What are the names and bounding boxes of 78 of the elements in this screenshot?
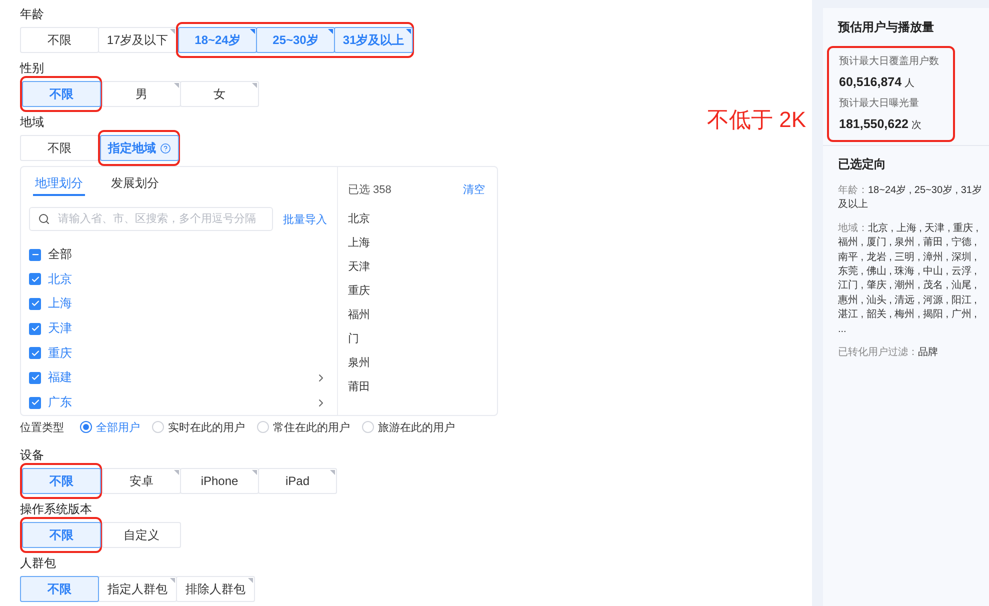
radio-option[interactable]: 全部用户 (80, 420, 140, 434)
tab[interactable]: 地理划分 (33, 167, 85, 196)
stat-unit: 人 (904, 77, 915, 90)
option-button[interactable]: 不限 (22, 81, 101, 107)
option-button[interactable]: 25~30岁 (256, 27, 335, 53)
selected-region: 福州 (348, 308, 370, 323)
check-icon (30, 274, 40, 284)
option-button[interactable]: 指定地域 (100, 135, 179, 161)
option-button[interactable]: iPad (258, 468, 337, 494)
clear-link[interactable]: 清空 (463, 182, 485, 196)
region-item[interactable]: 北京 (48, 270, 72, 288)
checkbox[interactable] (29, 347, 41, 360)
option-button[interactable]: 安卓 (102, 468, 181, 494)
checkbox[interactable] (29, 298, 41, 310)
selected-region: 重庆 (348, 284, 370, 299)
selected-region: 泉州 (348, 356, 370, 371)
radio-option[interactable]: 实时在此的用户 (152, 420, 245, 434)
section-label: 人群包 (20, 556, 56, 570)
selected-region: 门 (348, 332, 359, 347)
card-title: 已选定向 (838, 156, 886, 173)
stat-label: 预计最大日覆盖用户数 (839, 54, 939, 68)
option-button[interactable]: 17岁及以下 (98, 27, 177, 53)
region-item[interactable]: 广东 (48, 394, 72, 412)
option-button[interactable]: 18~24岁 (178, 27, 257, 53)
stat-label: 预计最大日曝光量 (839, 96, 919, 110)
option-button[interactable]: 不限 (20, 576, 99, 602)
card-title: 预估用户与播放量 (838, 19, 934, 36)
region-item[interactable]: 上海 (48, 295, 72, 312)
option-button[interactable]: 不限 (22, 468, 101, 494)
option-button[interactable]: 31岁及以上 (334, 27, 413, 53)
section-label: 操作系统版本 (20, 502, 92, 516)
check-icon (30, 373, 40, 382)
option-button[interactable]: 指定人群包 (98, 576, 177, 602)
stat-unit: 次 (912, 119, 922, 132)
option-button[interactable]: 女 (180, 81, 259, 107)
checkbox[interactable] (29, 396, 41, 409)
selected-region: 莆田 (348, 380, 370, 395)
option-button[interactable]: 不限 (20, 27, 99, 53)
check-icon (30, 299, 40, 308)
radio-option[interactable]: 旅游在此的用户 (362, 420, 455, 434)
search-field[interactable]: 请输入省、市、区搜索，多个用逗号分隔 (29, 207, 273, 232)
option-button[interactable]: 自定义 (102, 522, 181, 548)
tab[interactable]: 发展划分 (109, 167, 161, 196)
radio-option[interactable]: 常住在此的用户 (257, 420, 350, 434)
targeting-entry: 地域：北京 , 上海 , 天津 , 重庆 , 福州 , 厦门 , 泉州 , 莆田 , 宁德 , 南平 , 龙岩 , 三明 , 漳州 , 深圳 , 东莞 , 佛山 , 珠海 , 中山 , 云浮 , 江门 , 肇庆 , 潮州 , 茂名 , 汕尾 , 惠州 , 汕头 , 清远 , 河源 , 阳江 , 湛江 , 韶关 , 梅州 , 揭阳 , 广州 , ... (838, 222, 980, 337)
checkbox[interactable] (29, 322, 41, 335)
section-label: 设备 (20, 448, 44, 462)
check-icon (30, 324, 40, 334)
region-item[interactable]: 全部 (48, 246, 72, 264)
checkbox[interactable] (29, 248, 41, 261)
stat-value: 60,516,874 (839, 75, 902, 89)
section-label: 性别 (20, 61, 44, 75)
targeting-entry: 已转化用户过滤：品牌 (838, 346, 939, 360)
option-button[interactable]: iPhone (180, 468, 259, 494)
selected-region: 上海 (348, 236, 370, 251)
check-icon (30, 348, 40, 358)
annotation-text: 不低于 2K (706, 106, 806, 133)
region-item[interactable]: 重庆 (48, 344, 72, 362)
section-label: 位置类型 (20, 420, 64, 434)
option-button[interactable]: 不限 (22, 522, 101, 548)
import-link[interactable]: 批量导入 (283, 212, 327, 227)
checkbox[interactable] (29, 372, 41, 384)
option-button[interactable]: 不限 (20, 135, 99, 161)
checkbox[interactable] (29, 273, 41, 286)
option-button[interactable]: 排除人群包 (176, 576, 255, 602)
stat-value: 181,550,622 (839, 117, 909, 131)
selected-region: 北京 (348, 212, 370, 227)
section-label: 地域 (20, 115, 44, 129)
option-button[interactable]: 男 (102, 81, 181, 107)
search-icon (38, 213, 50, 226)
selected-region: 天津 (348, 260, 370, 275)
region-item[interactable]: 天津 (48, 320, 72, 338)
targeting-entry: 年龄：18~24岁 , 25~30岁 , 31岁及以上 (838, 184, 983, 212)
section-label: 年龄 (20, 7, 44, 21)
region-item[interactable]: 福建 (48, 369, 72, 386)
help-icon[interactable] (160, 142, 171, 154)
check-icon (30, 398, 40, 408)
selected-count: 已选 358 (348, 182, 392, 196)
